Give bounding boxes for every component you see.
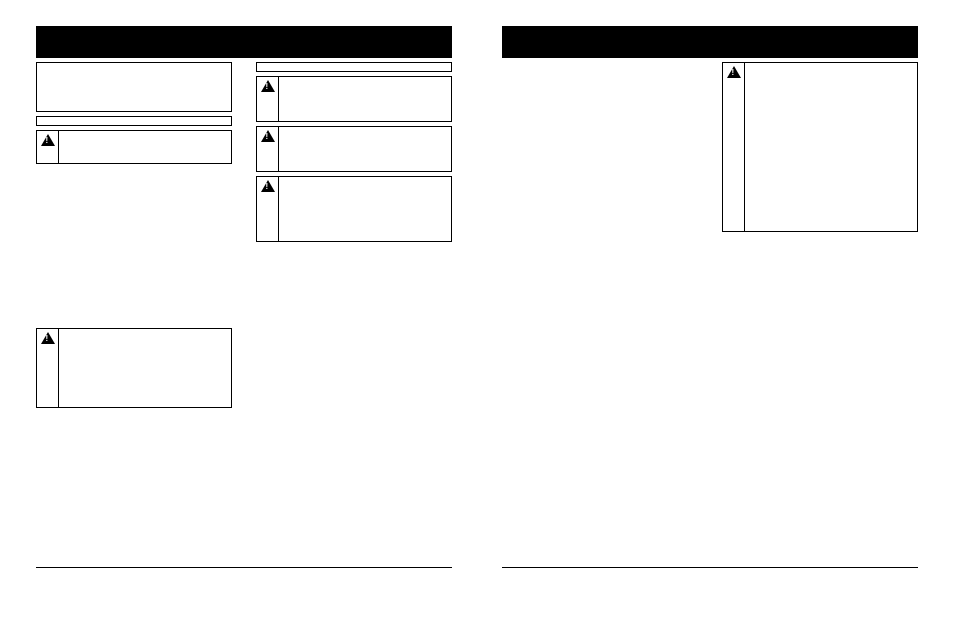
warning-icon: [257, 127, 279, 171]
subheader-bar-1: [36, 116, 232, 126]
footer-rule-left: [36, 567, 452, 568]
section-header-left: [36, 26, 452, 58]
column-1: [36, 58, 232, 408]
warning-box-6: [722, 62, 918, 232]
column-right: [722, 58, 918, 232]
warning-text: [59, 131, 231, 163]
warning-box-4: [256, 126, 452, 172]
warning-icon: [37, 131, 59, 163]
warning-text: [59, 329, 231, 407]
page-left: [36, 26, 452, 586]
warning-icon: [257, 77, 279, 121]
warning-text: [279, 177, 451, 241]
warning-icon: [723, 63, 745, 231]
page-right: [502, 26, 918, 586]
intro-box: [36, 62, 232, 112]
warning-text: [279, 127, 451, 171]
subheader-bar-2: [256, 62, 452, 72]
warning-box-1: [36, 130, 232, 164]
warning-box-2: [36, 328, 232, 408]
warning-text: [279, 77, 451, 121]
section-header-right: [502, 26, 918, 58]
warning-box-5: [256, 176, 452, 242]
warning-icon: [37, 329, 59, 407]
warning-box-3: [256, 76, 452, 122]
column-2: [256, 58, 452, 242]
warning-text: [745, 63, 917, 231]
warning-icon: [257, 177, 279, 241]
footer-rule-right: [502, 567, 918, 568]
